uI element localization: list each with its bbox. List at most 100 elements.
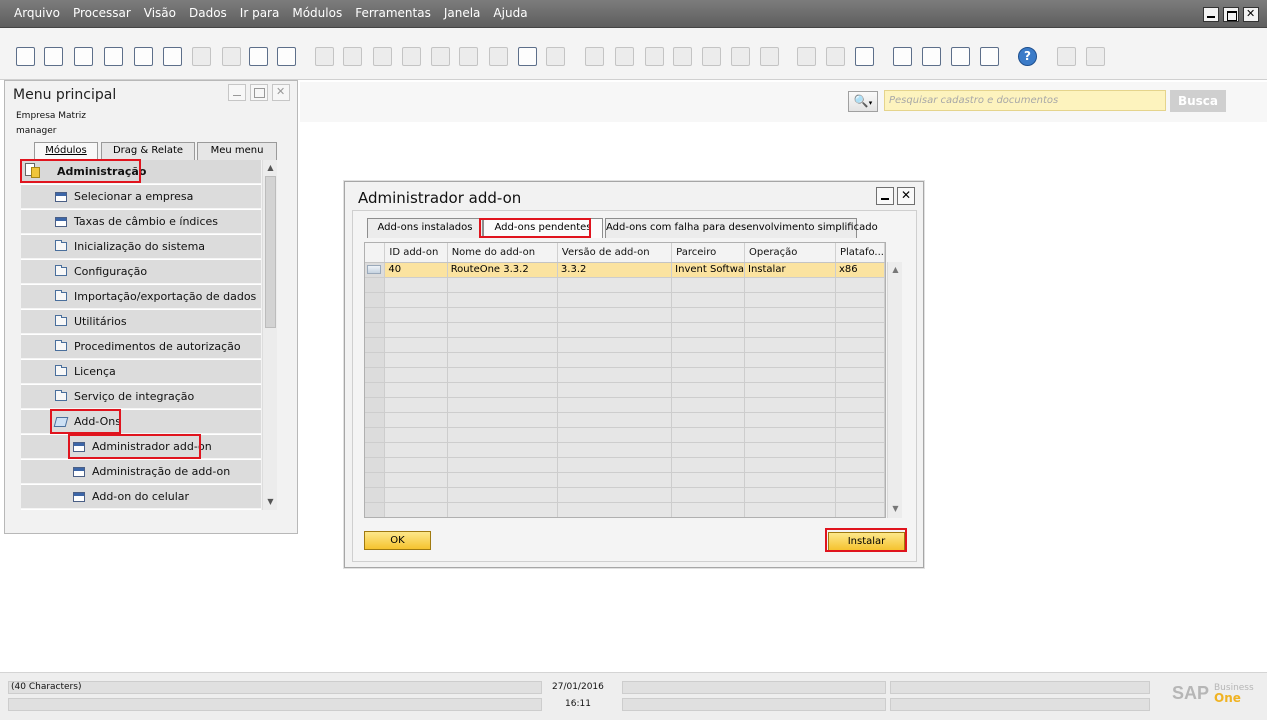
table-row[interactable] bbox=[365, 322, 885, 338]
fax-icon[interactable] bbox=[134, 47, 153, 66]
table-row[interactable] bbox=[365, 427, 885, 443]
tab-installed-addons[interactable]: Add-ons instalados bbox=[367, 218, 483, 238]
sms-icon[interactable] bbox=[104, 47, 123, 66]
panel-minimize-button[interactable] bbox=[228, 84, 246, 101]
panel-close-button[interactable] bbox=[272, 84, 290, 101]
menu-item[interactable]: Ajuda bbox=[493, 6, 527, 20]
excel-export-icon[interactable] bbox=[163, 47, 182, 66]
column-header[interactable]: Versão de add-on bbox=[557, 243, 673, 263]
row-selector[interactable] bbox=[365, 397, 386, 413]
row-selector[interactable] bbox=[365, 487, 386, 503]
table-row[interactable] bbox=[365, 367, 885, 383]
menu-tree-item[interactable]: Taxas de câmbio e índices bbox=[21, 210, 261, 234]
table-row[interactable]: 40 RouteOne 3.3.2 3.3.2 Invent Softwa Instal… bbox=[365, 262, 885, 278]
window-minimize-button[interactable] bbox=[1203, 7, 1219, 22]
settings-icon[interactable] bbox=[855, 47, 874, 66]
column-header[interactable] bbox=[365, 243, 386, 263]
table-row[interactable] bbox=[365, 412, 885, 428]
menu-tree-item[interactable]: Selecionar a empresa bbox=[21, 185, 261, 209]
table-row[interactable] bbox=[365, 457, 885, 473]
scroll-down-icon[interactable]: ▼ bbox=[265, 496, 276, 508]
menu-tree-item[interactable]: Administração de add-on bbox=[21, 460, 261, 484]
menu-tree-item[interactable]: Administrador add-on bbox=[21, 435, 261, 459]
column-header[interactable]: ID add-on bbox=[384, 243, 448, 263]
next-record-icon[interactable] bbox=[431, 47, 450, 66]
add-icon[interactable] bbox=[343, 47, 362, 66]
table-row[interactable] bbox=[365, 502, 885, 517]
previous-record-icon[interactable] bbox=[402, 47, 421, 66]
grid-scrollbar[interactable]: ▲ ▼ bbox=[887, 262, 902, 518]
menu-item[interactable]: Módulos bbox=[292, 6, 342, 20]
search-type-button[interactable]: 🔍▾ bbox=[848, 91, 878, 112]
menu-tree-item[interactable]: Licença bbox=[21, 360, 261, 384]
search-button[interactable]: Busca bbox=[1170, 90, 1226, 112]
menu-item[interactable]: Ir para bbox=[240, 6, 280, 20]
tab-failed-addons[interactable]: Add-ons com falha para desenvolvimento s… bbox=[605, 218, 878, 238]
print-icon[interactable] bbox=[44, 47, 63, 66]
table-row[interactable] bbox=[365, 442, 885, 458]
volume-weight-icon[interactable] bbox=[731, 47, 750, 66]
menu-scrollbar[interactable]: ▲ ▼ bbox=[262, 160, 277, 510]
payment-icon[interactable] bbox=[673, 47, 692, 66]
column-header[interactable]: Operação bbox=[744, 243, 836, 263]
table-row[interactable] bbox=[365, 277, 885, 293]
row-selector[interactable] bbox=[365, 502, 386, 517]
window-restore-button[interactable] bbox=[1223, 7, 1239, 22]
find-icon[interactable] bbox=[315, 47, 334, 66]
table-row[interactable] bbox=[365, 337, 885, 353]
install-button[interactable]: Instalar bbox=[828, 532, 905, 551]
journal-icon[interactable] bbox=[645, 47, 664, 66]
help-icon[interactable]: ? bbox=[1018, 47, 1037, 66]
row-selector[interactable] bbox=[365, 367, 386, 383]
gross-profit-icon[interactable] bbox=[702, 47, 721, 66]
lock-screen-icon[interactable] bbox=[277, 47, 296, 66]
base-document-icon[interactable] bbox=[585, 47, 604, 66]
row-selector[interactable] bbox=[365, 412, 386, 428]
table-row[interactable] bbox=[365, 472, 885, 488]
search-input[interactable] bbox=[884, 90, 1166, 111]
ok-button[interactable]: OK bbox=[364, 531, 431, 550]
menu-tree-item[interactable]: Inicialização do sistema bbox=[21, 235, 261, 259]
menu-item[interactable]: Visão bbox=[144, 6, 176, 20]
table-row[interactable] bbox=[365, 397, 885, 413]
row-selector[interactable] bbox=[365, 262, 386, 278]
row-selector[interactable] bbox=[365, 352, 386, 368]
target-document-icon[interactable] bbox=[615, 47, 634, 66]
row-selector[interactable] bbox=[365, 457, 386, 473]
preview-icon[interactable] bbox=[16, 47, 35, 66]
refresh-icon[interactable] bbox=[489, 47, 508, 66]
menu-tree-item[interactable]: Add-on do celular bbox=[21, 485, 261, 509]
menu-item[interactable]: Processar bbox=[73, 6, 131, 20]
pdf-export-icon[interactable] bbox=[222, 47, 241, 66]
table-row[interactable] bbox=[365, 292, 885, 308]
relationship-map-icon[interactable] bbox=[797, 47, 816, 66]
row-selector[interactable] bbox=[365, 382, 386, 398]
menu-tree-item[interactable]: Importação/exportação de dados bbox=[21, 285, 261, 309]
menu-tree-item[interactable]: Add-Ons bbox=[21, 410, 261, 434]
last-record-icon[interactable] bbox=[459, 47, 478, 66]
tools-icon[interactable] bbox=[760, 47, 779, 66]
menu-tree-item[interactable]: Procedimentos de autorização bbox=[21, 335, 261, 359]
first-record-icon[interactable] bbox=[373, 47, 392, 66]
menu-tree-item[interactable]: Serviço de integração bbox=[21, 385, 261, 409]
messages-icon[interactable] bbox=[922, 47, 941, 66]
tab-meu-menu[interactable]: Meu menu bbox=[197, 142, 277, 160]
table-row[interactable] bbox=[365, 307, 885, 323]
edit-form-icon[interactable] bbox=[826, 47, 845, 66]
menu-tree-item[interactable]: Administração bbox=[21, 160, 261, 184]
email-icon[interactable] bbox=[74, 47, 93, 66]
window-close-button[interactable] bbox=[1243, 7, 1259, 22]
column-header[interactable]: Nome do add-on bbox=[447, 243, 558, 263]
form-settings-icon[interactable] bbox=[1086, 47, 1105, 66]
table-row[interactable] bbox=[365, 382, 885, 398]
menu-tree-item[interactable]: Configuração bbox=[21, 260, 261, 284]
dialog-close-button[interactable] bbox=[897, 187, 915, 205]
row-selector[interactable] bbox=[365, 337, 386, 353]
row-selector[interactable] bbox=[365, 322, 386, 338]
column-header[interactable]: Parceiro bbox=[671, 243, 746, 263]
menu-tree-item[interactable]: Utilitários bbox=[21, 310, 261, 334]
relations-icon[interactable] bbox=[980, 47, 999, 66]
row-selector[interactable] bbox=[365, 427, 386, 443]
scroll-thumb[interactable] bbox=[265, 176, 276, 328]
row-selector[interactable] bbox=[365, 307, 386, 323]
